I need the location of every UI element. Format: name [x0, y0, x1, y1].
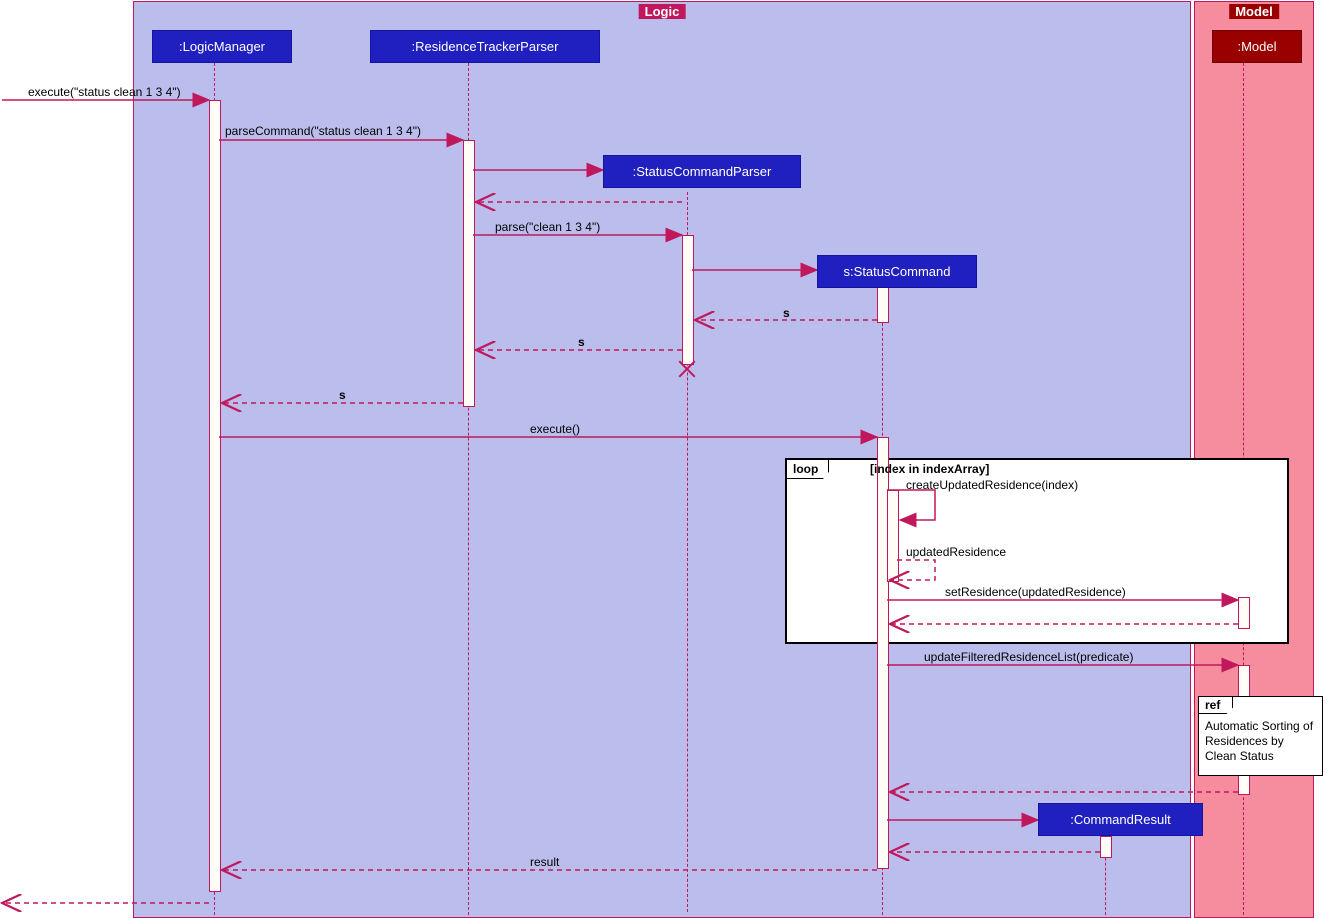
participant-logic-manager: :LogicManager [152, 30, 292, 63]
arrows-layer [0, 0, 1334, 917]
participant-status-command-parser: :StatusCommandParser [603, 155, 801, 188]
msg-return-s1: s [783, 306, 790, 320]
msg-execute: execute("status clean 1 3 4") [28, 85, 181, 99]
msg-parse-command: parseCommand("status clean 1 3 4") [225, 124, 421, 138]
participant-command-result: :CommandResult [1038, 803, 1203, 836]
loop-guard: [index in indexArray] [870, 462, 989, 476]
participant-model: :Model [1212, 30, 1302, 63]
msg-parse: parse("clean 1 3 4") [495, 220, 600, 234]
msg-update-filtered: updateFilteredResidenceList(predicate) [924, 650, 1133, 664]
sequence-diagram: Logic Model :LogicManager :ResidenceTrac… [0, 0, 1334, 917]
msg-execute-cmd: execute() [530, 422, 580, 436]
msg-return-s3: s [339, 388, 346, 402]
destroy-status-command-parser-icon [676, 358, 698, 380]
participant-residence-tracker-parser: :ResidenceTrackerParser [370, 30, 600, 63]
msg-create-updated: createUpdatedResidence(index) [906, 478, 1078, 492]
msg-result: result [530, 855, 559, 869]
msg-set-residence: setResidence(updatedResidence) [945, 585, 1126, 599]
msg-return-s2: s [578, 335, 585, 349]
msg-updated-residence: updatedResidence [906, 545, 1006, 559]
participant-status-command: s:StatusCommand [817, 255, 977, 288]
